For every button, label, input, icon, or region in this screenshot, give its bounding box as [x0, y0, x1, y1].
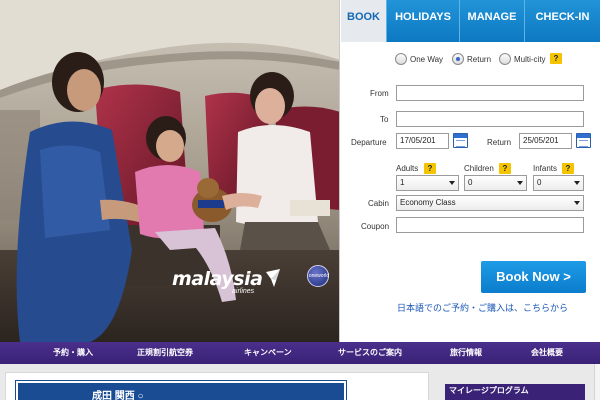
nav-item-campaign[interactable]: キャンペーン [244, 342, 292, 364]
book-now-button[interactable]: Book Now > [481, 261, 586, 293]
promo-frame [15, 380, 347, 400]
nav-item-company[interactable]: 会社概要 [531, 342, 563, 364]
chevron-down-icon [449, 181, 455, 185]
return-date-field[interactable]: 25/05/201 [519, 133, 572, 149]
children-select[interactable]: 0 [464, 175, 527, 191]
children-label: Children [464, 164, 494, 173]
coupon-field[interactable] [396, 217, 584, 233]
tab-holidays[interactable]: HOLIDAYS [386, 0, 459, 42]
main-nav-bar: 予約・購入 正規割引航空券 キャンペーン サービスのご案内 旅行情報 会社概要 [0, 342, 600, 364]
children-help-icon[interactable]: ? [499, 163, 511, 174]
infants-help-icon[interactable]: ? [562, 163, 574, 174]
chevron-down-icon [574, 201, 580, 205]
multi-city-label: Multi-city [514, 55, 546, 64]
from-label: From [370, 89, 389, 98]
tab-check-in[interactable]: CHECK-IN [524, 0, 600, 42]
kite-logo-icon [266, 269, 280, 287]
children-value: 0 [468, 178, 473, 187]
brand-name: malaysia [172, 268, 263, 290]
return-radio[interactable] [452, 53, 464, 65]
one-way-radio[interactable] [395, 53, 407, 65]
scrollbar[interactable] [594, 364, 600, 400]
promo-banner[interactable] [5, 372, 429, 400]
departure-date-field[interactable]: 17/05/201 [396, 133, 449, 149]
nav-item-discount-fares[interactable]: 正規割引航空券 [137, 342, 193, 364]
departure-label: Departure [351, 138, 387, 147]
cabin-select[interactable]: Economy Class [396, 195, 584, 211]
brand-sub: airlines [232, 288, 255, 295]
nav-item-travel-info[interactable]: 旅行情報 [450, 342, 482, 364]
japanese-booking-link[interactable]: 日本語でのご予約・ご購入は、こちらから [397, 301, 568, 314]
promo-title: 成田 関西 ○ [92, 391, 144, 400]
page: malaysia airlines oneworld BOOK HOLIDAYS… [0, 0, 600, 400]
adults-help-icon[interactable]: ? [424, 163, 436, 174]
cabin-value: Economy Class [400, 198, 456, 207]
infants-label: Infants [533, 164, 558, 173]
adults-value: 1 [400, 178, 405, 187]
to-label: To [380, 115, 389, 124]
to-field[interactable] [396, 111, 584, 127]
booking-tabs: BOOK HOLIDAYS MANAGE CHECK-IN [341, 0, 600, 42]
booking-panel: BOOK HOLIDAYS MANAGE CHECK-IN One Way Re… [341, 0, 600, 342]
one-way-label: One Way [410, 55, 444, 64]
infants-select[interactable]: 0 [533, 175, 584, 191]
nav-item-booking[interactable]: 予約・購入 [53, 342, 93, 364]
tab-manage[interactable]: MANAGE [459, 0, 524, 42]
infants-value: 0 [537, 178, 542, 187]
multi-city-radio[interactable] [499, 53, 511, 65]
cabin-label: Cabin [368, 199, 389, 208]
chevron-down-icon [517, 181, 523, 185]
return-date-label: Return [487, 138, 512, 147]
oneworld-badge-icon: oneworld [307, 265, 329, 287]
content-strip: 成田 関西 ○ マイレージプログラム [0, 364, 600, 400]
adults-select[interactable]: 1 [396, 175, 459, 191]
tab-book[interactable]: BOOK [341, 0, 386, 42]
coupon-label: Coupon [361, 222, 390, 231]
multi-city-help-icon[interactable]: ? [550, 53, 562, 64]
chevron-down-icon [574, 181, 580, 185]
return-calendar-icon[interactable] [576, 133, 591, 148]
departure-calendar-icon[interactable] [453, 133, 468, 148]
hero-image: malaysia airlines oneworld [0, 0, 340, 342]
from-field[interactable] [396, 85, 584, 101]
nav-item-services[interactable]: サービスのご案内 [338, 342, 402, 364]
adults-label: Adults [396, 164, 419, 173]
return-label: Return [467, 55, 492, 64]
mileage-program-heading[interactable]: マイレージプログラム [445, 384, 585, 400]
